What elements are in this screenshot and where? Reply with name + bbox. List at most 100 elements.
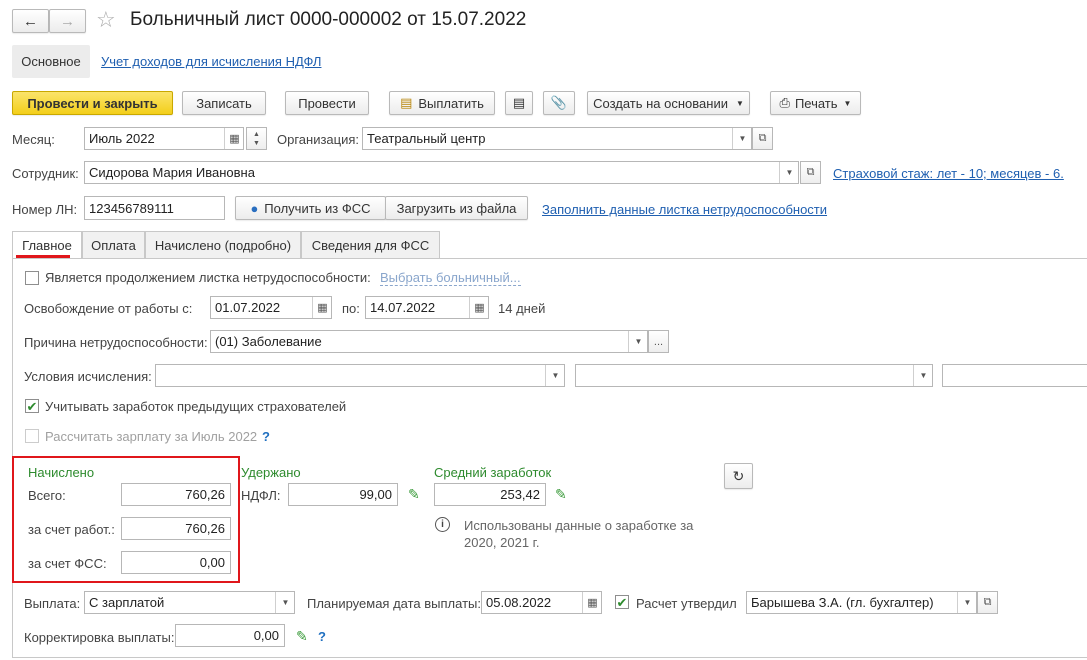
- back-button[interactable]: ←: [12, 9, 49, 33]
- ln-number-label: Номер ЛН:: [12, 202, 78, 217]
- chevron-down-icon[interactable]: ▼: [732, 128, 751, 149]
- correction-field[interactable]: 0,00: [175, 624, 285, 647]
- employer-field[interactable]: 760,26: [121, 517, 231, 540]
- get-from-fss-label: Получить из ФСС: [264, 200, 371, 216]
- calc-salary-checkbox[interactable]: [25, 429, 39, 443]
- ndfl-income-link[interactable]: Учет доходов для исчисления НДФЛ: [101, 54, 321, 69]
- calendar-icon[interactable]: ▦: [224, 128, 243, 149]
- save-label: Записать: [196, 95, 252, 111]
- org-field[interactable]: Театральный центр ▼: [362, 127, 752, 150]
- continuation-label: Является продолжением листка нетрудоспос…: [45, 270, 371, 285]
- calendar-icon[interactable]: ▦: [582, 592, 601, 613]
- month-field[interactable]: Июль 2022 ▦: [84, 127, 244, 150]
- date-from-field[interactable]: 01.07.2022 ▦: [210, 296, 332, 319]
- approved-field[interactable]: Барышева З.А. (гл. бухгалтер) ▼: [746, 591, 977, 614]
- reason-label: Причина нетрудоспособности:: [24, 335, 208, 350]
- tab-payment[interactable]: Оплата: [82, 231, 145, 258]
- pencil-icon[interactable]: ✎: [408, 486, 420, 503]
- print-button[interactable]: ⎙ Печать ▼: [770, 91, 861, 115]
- pencil-icon[interactable]: ✎: [296, 628, 308, 645]
- total-label: Всего:: [28, 488, 66, 503]
- payment-field[interactable]: С зарплатой ▼: [84, 591, 295, 614]
- continuation-checkbox[interactable]: [25, 271, 39, 285]
- report-button[interactable]: ▤: [505, 91, 533, 115]
- month-stepper[interactable]: ▲ ▼: [246, 127, 267, 150]
- pay-button[interactable]: ▤ Выплатить: [389, 91, 495, 115]
- date-to-field[interactable]: 14.07.2022 ▦: [365, 296, 489, 319]
- employee-open-button[interactable]: ⧉: [800, 161, 821, 184]
- refresh-button[interactable]: ↻: [724, 463, 753, 489]
- total-field[interactable]: 760,26: [121, 483, 231, 506]
- condition-2-field[interactable]: ▼: [575, 364, 933, 387]
- employee-label: Сотрудник:: [12, 166, 79, 181]
- post-and-close-label: Провести и закрыть: [27, 95, 158, 111]
- create-based-label: Создать на основании: [593, 95, 728, 111]
- get-from-fss-button[interactable]: ● Получить из ФСС: [235, 196, 386, 220]
- approved-checkbox[interactable]: ✔: [615, 595, 629, 609]
- info-text-line2: 2020, 2021 г.: [464, 535, 540, 550]
- org-open-button[interactable]: ⧉: [752, 127, 773, 150]
- chevron-down-icon[interactable]: ▼: [275, 592, 294, 613]
- star-icon[interactable]: ☆: [96, 7, 116, 33]
- approved-open-button[interactable]: ⧉: [977, 591, 998, 614]
- reason-value: (01) Заболевание: [215, 334, 322, 349]
- chevron-down-icon[interactable]: ▼: [779, 162, 798, 183]
- tab-accrued-detailed[interactable]: Начислено (подробно): [145, 231, 301, 258]
- post-button[interactable]: Провести: [285, 91, 369, 115]
- tab-fss-info[interactable]: Сведения для ФСС: [301, 231, 440, 258]
- days-count: 14 дней: [498, 301, 546, 316]
- tab-main[interactable]: Главное: [12, 231, 82, 258]
- correction-label: Корректировка выплаты:: [24, 630, 175, 645]
- arrow-left-icon: ←: [23, 12, 38, 30]
- reason-select-button[interactable]: ...: [648, 330, 669, 353]
- fss-field[interactable]: 0,00: [121, 551, 231, 574]
- reason-field[interactable]: (01) Заболевание ▼: [210, 330, 648, 353]
- ndfl-label: НДФЛ:: [241, 488, 281, 503]
- month-value: Июль 2022: [89, 131, 155, 146]
- chevron-down-icon[interactable]: ▼: [913, 365, 932, 386]
- calendar-icon[interactable]: ▦: [469, 297, 488, 318]
- page-title: Больничный лист 0000-000002 от 15.07.202…: [130, 9, 527, 30]
- load-from-file-label: Загрузить из файла: [396, 200, 517, 216]
- ln-number-field[interactable]: 123456789111: [84, 196, 225, 220]
- attach-button[interactable]: 📎: [543, 91, 575, 115]
- choose-sick-leave-link[interactable]: Выбрать больничный...: [380, 270, 521, 286]
- conditions-label: Условия исчисления:: [24, 369, 152, 384]
- fss-value: 0,00: [199, 555, 225, 570]
- post-label: Провести: [298, 95, 356, 111]
- avg-earnings-field[interactable]: 253,42: [434, 483, 546, 506]
- condition-3-field[interactable]: [942, 364, 1087, 387]
- help-icon[interactable]: ?: [318, 629, 326, 644]
- ndfl-field[interactable]: 99,00: [288, 483, 398, 506]
- calendar-icon[interactable]: ▦: [312, 297, 331, 318]
- create-based-button[interactable]: Создать на основании ▼: [587, 91, 750, 115]
- chevron-down-icon: ▼: [843, 98, 852, 108]
- section-main[interactable]: Основное: [12, 45, 90, 78]
- release-label: Освобождение от работы с:: [24, 301, 193, 316]
- pay-label: Выплатить: [418, 95, 484, 111]
- save-button[interactable]: Записать: [182, 91, 266, 115]
- employer-value: 760,26: [185, 521, 225, 536]
- section-main-label: Основное: [21, 54, 81, 69]
- withheld-title: Удержано: [241, 465, 301, 480]
- load-from-file-button[interactable]: Загрузить из файла: [385, 196, 528, 220]
- post-and-close-button[interactable]: Провести и закрыть: [12, 91, 173, 115]
- org-value: Театральный центр: [367, 131, 486, 146]
- pencil-icon[interactable]: ✎: [555, 486, 567, 503]
- employee-field[interactable]: Сидорова Мария Ивановна ▼: [84, 161, 799, 184]
- chevron-down-icon[interactable]: ▼: [545, 365, 564, 386]
- prev-insurers-label: Учитывать заработок предыдущих страховат…: [45, 399, 347, 414]
- condition-1-field[interactable]: ▼: [155, 364, 565, 387]
- avg-earnings-title: Средний заработок: [434, 465, 552, 480]
- prev-insurers-checkbox[interactable]: ✔: [25, 399, 39, 413]
- fill-sick-leave-link[interactable]: Заполнить данные листка нетрудоспособнос…: [542, 202, 827, 217]
- payment-label: Выплата:: [24, 596, 81, 611]
- planned-date-field[interactable]: 05.08.2022 ▦: [481, 591, 602, 614]
- report-icon: ▤: [512, 95, 526, 110]
- forward-button[interactable]: →: [49, 9, 86, 33]
- insurance-experience-link[interactable]: Страховой стаж: лет - 10; месяцев - 6.: [833, 166, 1064, 181]
- planned-date-label: Планируемая дата выплаты:: [307, 596, 481, 611]
- chevron-down-icon[interactable]: ▼: [957, 592, 976, 613]
- help-icon[interactable]: ?: [262, 429, 270, 444]
- chevron-down-icon[interactable]: ▼: [628, 331, 647, 352]
